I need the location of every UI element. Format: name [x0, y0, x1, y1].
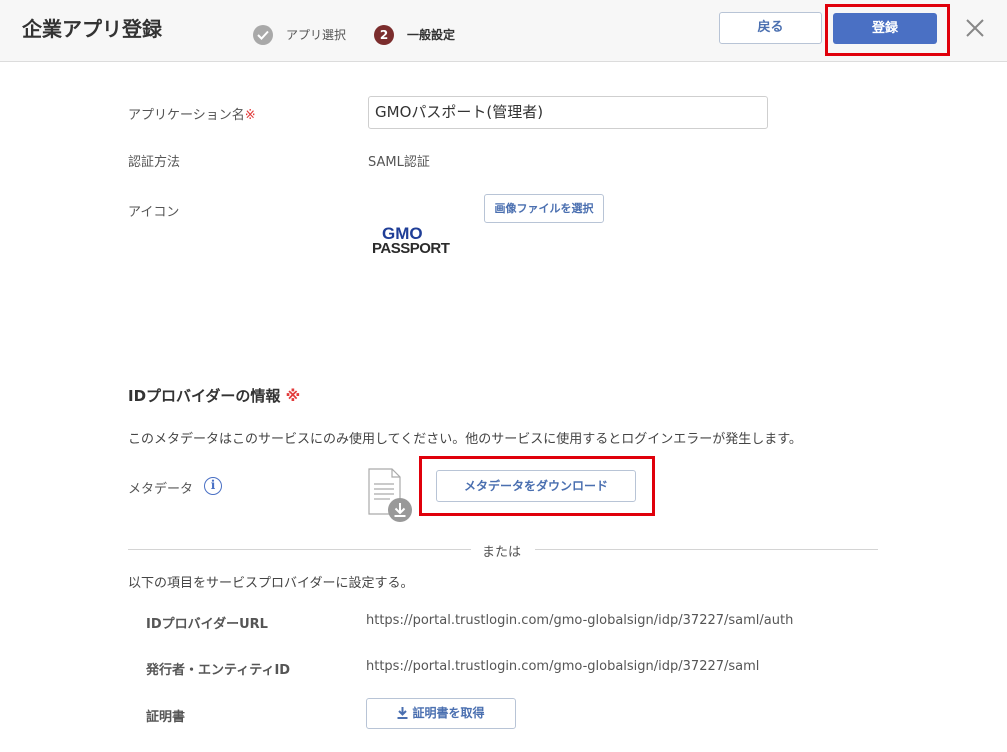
entity-id-value: https://portal.trustlogin.com/gmo-global… — [366, 659, 760, 674]
entity-id-label: 発行者・エンティティID — [146, 663, 291, 678]
register-button[interactable]: 登録 — [833, 13, 937, 44]
download-metadata-button[interactable]: メタデータをダウンロード — [436, 470, 636, 502]
document-download-icon — [366, 468, 416, 524]
gmo-passport-logo: GMO PASSPORT — [372, 224, 460, 260]
step-done-check-icon — [253, 25, 273, 45]
app-name-label-text: アプリケーション名 — [128, 108, 245, 123]
info-icon[interactable]: i — [204, 477, 222, 495]
step-general-settings-label: 一般設定 — [407, 28, 456, 42]
certificate-label: 証明書 — [146, 710, 186, 725]
auth-method-label: 認証方法 — [128, 155, 181, 170]
back-button[interactable]: 戻る — [719, 12, 822, 44]
divider-right — [535, 549, 878, 550]
get-certificate-label: 証明書を取得 — [412, 706, 485, 720]
select-image-button[interactable]: 画像ファイルを選択 — [484, 194, 604, 223]
step-current-number: 2 — [374, 25, 394, 45]
icon-label: アイコン — [128, 205, 180, 220]
sp-instruction: 以下の項目をサービスプロバイダーに設定する。 — [128, 576, 414, 591]
step-app-select-label: アプリ選択 — [286, 28, 347, 42]
or-label: または — [482, 545, 522, 560]
app-name-input[interactable]: GMOパスポート(管理者) — [368, 96, 768, 129]
download-icon — [397, 707, 408, 719]
logo-passport-text: PASSPORT — [372, 240, 450, 257]
required-mark: ※ — [244, 108, 256, 123]
idp-url-label: IDプロバイダーURL — [146, 617, 268, 632]
idp-description: このメタデータはこのサービスにのみ使用してください。他のサービスに使用するとログ… — [128, 432, 802, 447]
page-title: 企業アプリ登録 — [22, 17, 162, 41]
page-header: 企業アプリ登録 アプリ選択 2 一般設定 戻る 登録 — [0, 0, 1007, 62]
metadata-label: メタデータ — [128, 482, 194, 497]
idp-url-value: https://portal.trustlogin.com/gmo-global… — [366, 613, 794, 628]
idp-section-title: IDプロバイダーの情報 ※ — [128, 385, 300, 406]
auth-method-value: SAML認証 — [368, 155, 430, 170]
required-mark: ※ — [285, 387, 301, 405]
close-icon[interactable] — [963, 16, 987, 40]
app-name-label: アプリケーション名※ — [128, 104, 256, 123]
divider-left — [128, 549, 471, 550]
get-certificate-button[interactable]: 証明書を取得 — [366, 698, 516, 729]
idp-title-text: IDプロバイダーの情報 — [128, 387, 281, 405]
